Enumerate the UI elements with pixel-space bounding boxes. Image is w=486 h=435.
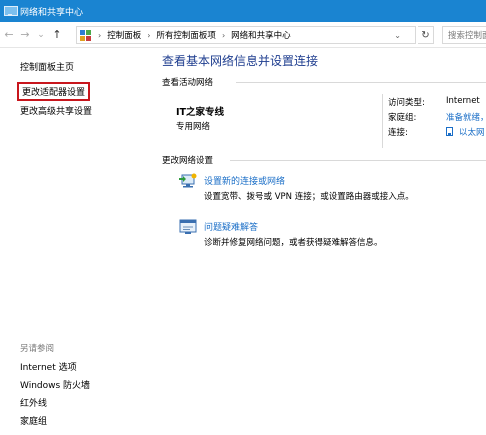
active-networks-heading: 查看活动网络 — [162, 78, 214, 88]
sidebar-item-infrared[interactable]: 红外线 — [20, 396, 47, 409]
connection-name[interactable]: 以太网 4 — [459, 128, 486, 138]
up-arrow-icon[interactable]: ↑ — [50, 27, 64, 43]
troubleshoot-description: 诊断并修复网络问题，或者获得疑难解答信息。 — [204, 238, 383, 248]
homegroup-link[interactable]: 准备就绪， — [446, 111, 486, 123]
connections-label: 连接: — [388, 128, 408, 138]
access-type-value: Internet — [446, 96, 480, 106]
breadcrumb-separator-icon[interactable]: › — [147, 31, 150, 40]
divider — [230, 160, 486, 161]
sidebar-item-internet-options[interactable]: Internet 选项 — [20, 360, 77, 373]
ethernet-icon — [446, 127, 453, 136]
network-icon — [4, 6, 18, 16]
address-dropdown-icon[interactable]: ⌄ — [394, 31, 401, 40]
connection-link[interactable]: 以太网 4 — [446, 126, 486, 138]
search-input[interactable]: 搜索控制面板 — [442, 26, 486, 44]
sidebar-item-windows-firewall[interactable]: Windows 防火墙 — [20, 378, 90, 391]
title-bar: 网络和共享中心 — [0, 0, 486, 22]
homegroup-label: 家庭组: — [388, 113, 417, 123]
address-bar: ← → ⌄ ↑ › 控制面板 › 所有控制面板项 › 网络和共享中心 ⌄ ↻ 搜… — [0, 22, 486, 48]
sidebar-item-change-advanced-sharing[interactable]: 更改高级共享设置 — [20, 104, 92, 117]
sidebar-item-control-panel-home[interactable]: 控制面板主页 — [20, 60, 74, 73]
forward-arrow-icon[interactable]: → — [18, 27, 32, 43]
troubleshoot-link[interactable]: 问题疑难解答 — [204, 220, 258, 233]
sidebar: 控制面板主页 更改适配器设置 更改高级共享设置 另请参阅 Internet 选项… — [0, 48, 150, 435]
breadcrumb-network-center[interactable]: 网络和共享中心 — [231, 29, 291, 41]
change-settings-heading: 更改网络设置 — [162, 156, 214, 166]
see-also-heading: 另请参阅 — [20, 344, 55, 354]
divider — [236, 82, 486, 83]
window-title: 网络和共享中心 — [20, 7, 84, 18]
network-type: 专用网络 — [176, 122, 211, 132]
recent-locations-icon[interactable]: ⌄ — [34, 27, 48, 43]
breadcrumb-separator-icon[interactable]: › — [222, 31, 225, 40]
main-content: 查看基本网络信息并设置连接 查看活动网络 IT之家专线 专用网络 访问类型: I… — [150, 48, 486, 435]
setup-connection-description: 设置宽带、拨号或 VPN 连接；或设置路由器或接入点。 — [204, 192, 414, 202]
breadcrumb-control-panel[interactable]: 控制面板 — [107, 29, 141, 41]
troubleshoot-icon — [179, 219, 197, 234]
breadcrumb-separator-icon[interactable]: › — [98, 31, 101, 40]
breadcrumb-all-items[interactable]: 所有控制面板项 — [156, 29, 216, 41]
control-panel-icon — [80, 29, 92, 41]
setup-connection-link[interactable]: 设置新的连接或网络 — [204, 174, 285, 187]
refresh-icon[interactable]: ↻ — [418, 26, 434, 44]
network-name: IT之家专线 — [176, 107, 225, 118]
page-title: 查看基本网络信息并设置连接 — [162, 54, 319, 68]
divider — [382, 94, 383, 148]
access-type-label: 访问类型: — [388, 98, 425, 108]
sidebar-item-homegroup[interactable]: 家庭组 — [20, 414, 47, 427]
back-arrow-icon[interactable]: ← — [2, 27, 16, 43]
search-placeholder: 搜索控制面板 — [448, 31, 486, 41]
new-connection-icon — [179, 173, 197, 188]
breadcrumb[interactable]: › 控制面板 › 所有控制面板项 › 网络和共享中心 ⌄ — [76, 26, 416, 44]
sidebar-item-change-adapter-settings[interactable]: 更改适配器设置 — [17, 82, 91, 101]
